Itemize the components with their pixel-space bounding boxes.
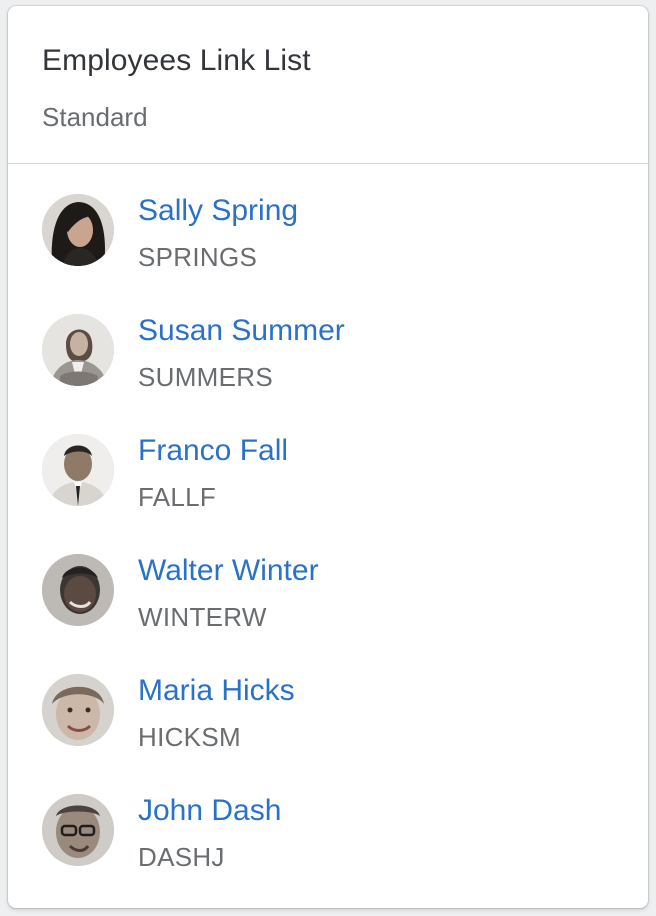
- list-item: Walter Winter WINTERW: [8, 536, 648, 656]
- avatar-photo-icon: [42, 194, 114, 266]
- employee-list: Sally Spring SPRINGS Susan Summer SUMMER…: [8, 176, 648, 896]
- card-header: Employees Link List Standard: [8, 6, 648, 164]
- avatar-photo-icon: [42, 434, 114, 506]
- employee-id: FALLF: [138, 482, 217, 512]
- avatar-photo-icon: [42, 554, 114, 626]
- card-title: Employees Link List: [42, 44, 311, 77]
- avatar: [42, 194, 114, 266]
- employee-id: SUMMERS: [138, 362, 273, 392]
- list-item: John Dash DASHJ: [8, 776, 648, 896]
- avatar: [42, 314, 114, 386]
- avatar-photo-icon: [42, 314, 114, 386]
- list-item: Franco Fall FALLF: [8, 416, 648, 536]
- employee-id: WINTERW: [138, 602, 267, 632]
- employee-id: HICKSM: [138, 722, 241, 752]
- employees-link-list-card: Employees Link List Standard Sally Sprin…: [8, 6, 648, 908]
- avatar-photo-icon: [42, 794, 114, 866]
- employee-name-link[interactable]: Walter Winter: [138, 554, 319, 588]
- employee-name-link[interactable]: Susan Summer: [138, 314, 345, 348]
- employee-name-link[interactable]: Maria Hicks: [138, 674, 295, 708]
- employee-id: DASHJ: [138, 842, 225, 872]
- avatar: [42, 434, 114, 506]
- employee-name-link[interactable]: Franco Fall: [138, 434, 288, 468]
- list-item: Maria Hicks HICKSM: [8, 656, 648, 776]
- avatar: [42, 674, 114, 746]
- employee-name-link[interactable]: John Dash: [138, 794, 281, 828]
- card-subtitle: Standard: [42, 102, 148, 132]
- employee-name-link[interactable]: Sally Spring: [138, 194, 298, 228]
- employee-id: SPRINGS: [138, 242, 258, 272]
- list-item: Sally Spring SPRINGS: [8, 176, 648, 296]
- avatar: [42, 794, 114, 866]
- avatar-photo-icon: [42, 674, 114, 746]
- avatar: [42, 554, 114, 626]
- list-item: Susan Summer SUMMERS: [8, 296, 648, 416]
